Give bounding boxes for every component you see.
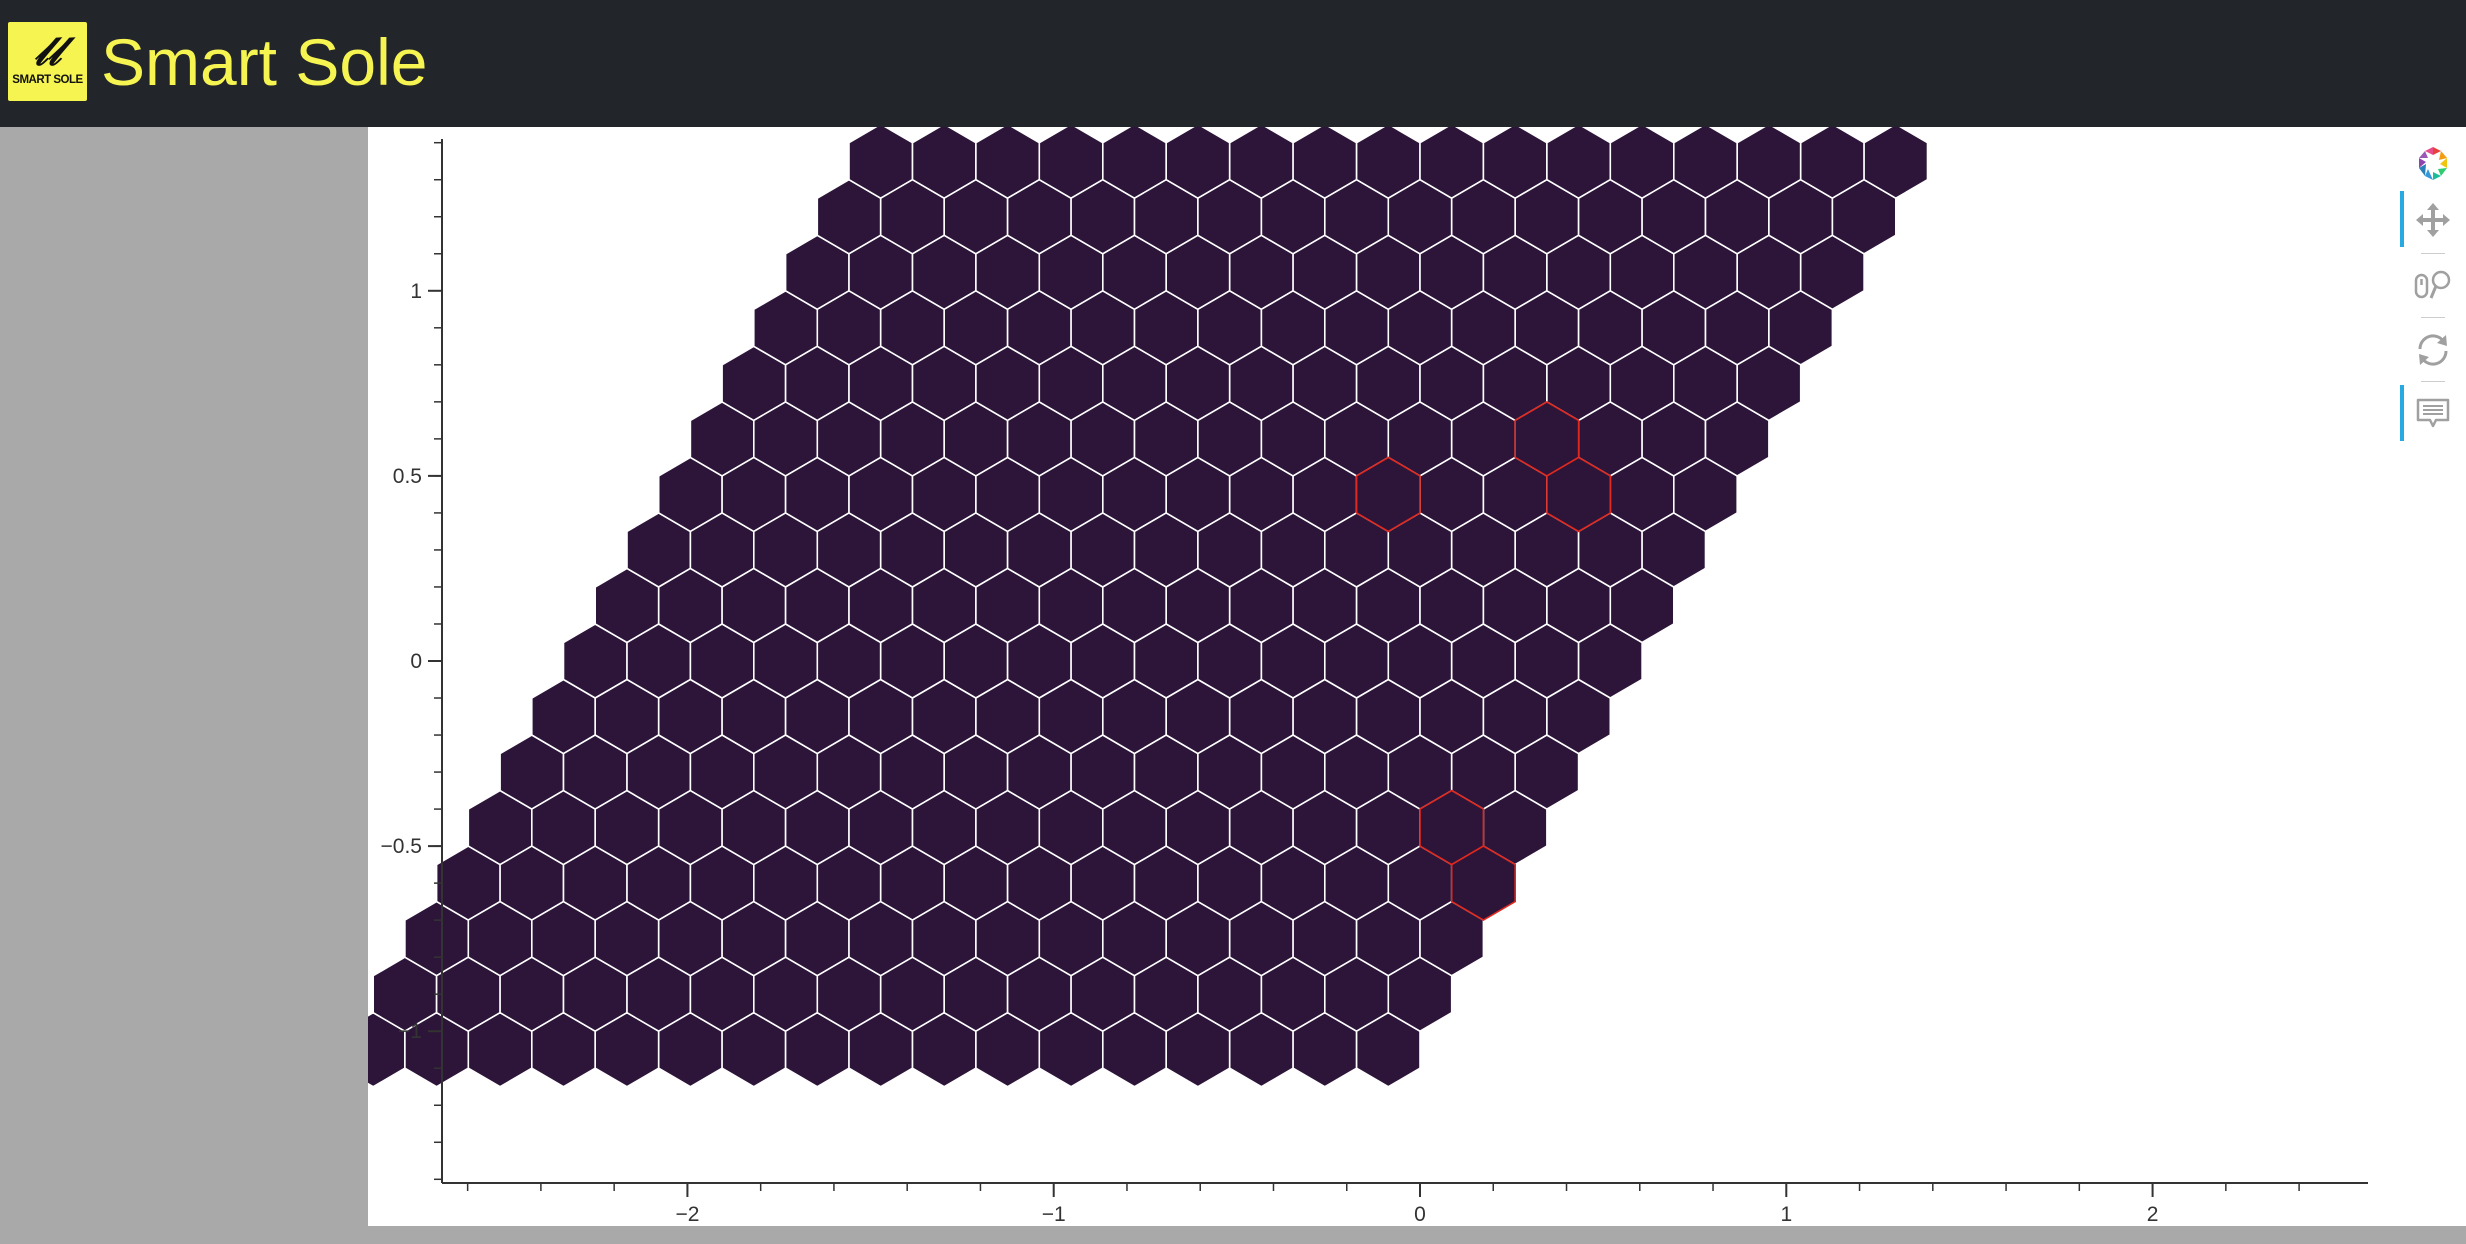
reset-tool-button[interactable]: [2400, 321, 2466, 377]
x-tick-label: 1: [1780, 1203, 1792, 1226]
wheel-zoom-tool-button[interactable]: [2400, 257, 2466, 313]
logo-text: SMART SOLE: [12, 74, 83, 86]
hex-tiles: [368, 127, 1929, 1088]
hex-tile-plot[interactable]: −2 −1 0 1 2 1 0.5 0 −0.5 −1: [368, 127, 2398, 1226]
reset-icon: [2418, 334, 2448, 366]
y-tick-label: 1: [410, 280, 422, 303]
app-title: Smart Sole: [101, 25, 428, 99]
x-tick-label: −2: [675, 1203, 699, 1226]
hover-tool-button[interactable]: [2400, 385, 2466, 441]
x-tick-label: 2: [2147, 1203, 2159, 1226]
plot-panel: −2 −1 0 1 2 1 0.5 0 −0.5 −1: [368, 127, 2466, 1226]
wheel-zoom-icon: [2414, 270, 2451, 299]
y-tick-label: 0.5: [393, 465, 422, 488]
bokeh-logo-icon[interactable]: [2400, 135, 2466, 191]
plot-toolbar: [2400, 135, 2466, 455]
x-tick-label: 0: [1414, 1203, 1426, 1226]
y-tick-label: −1: [398, 1020, 422, 1043]
pan-icon: [2416, 203, 2450, 237]
app-header: 𝓁𝓁 SMART SOLE Smart Sole: [0, 0, 2466, 127]
smart-sole-logo: 𝓁𝓁 SMART SOLE: [8, 22, 87, 101]
hover-icon: [2416, 398, 2450, 428]
x-tick-label: −1: [1042, 1203, 1066, 1226]
y-tick-label: 0: [410, 650, 422, 673]
y-tick-label: −0.5: [381, 835, 422, 858]
logo-glyph: 𝓁𝓁: [34, 28, 61, 75]
pan-tool-button[interactable]: [2400, 191, 2466, 247]
